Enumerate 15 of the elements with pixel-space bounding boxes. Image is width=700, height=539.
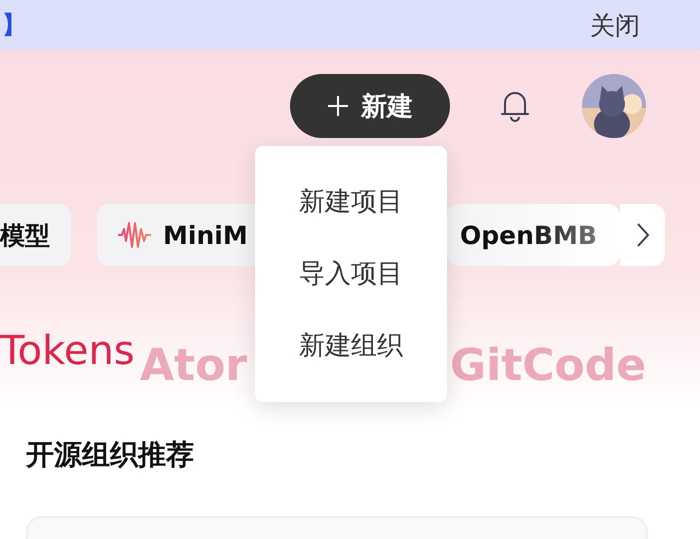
chevron-right-icon: [634, 221, 650, 249]
section-title: 开源组织推荐: [26, 437, 194, 473]
bell-icon[interactable]: [500, 89, 530, 123]
backdrop-word: GitCode: [450, 340, 646, 391]
plus-icon: [327, 95, 349, 117]
menu-item[interactable]: 新建组织: [299, 327, 403, 365]
menu-item[interactable]: 新建项目: [299, 183, 403, 221]
waveform-icon: [117, 220, 153, 250]
menu-item[interactable]: 导入项目: [299, 255, 403, 293]
backdrop-word: Ator: [140, 340, 248, 391]
next-button[interactable]: [620, 204, 665, 266]
banner-link[interactable]: 】: [2, 9, 26, 41]
model-chip[interactable]: OpenBMB: [447, 204, 620, 266]
close-link[interactable]: 关闭: [590, 8, 640, 42]
new-button[interactable]: 新建: [290, 74, 450, 138]
